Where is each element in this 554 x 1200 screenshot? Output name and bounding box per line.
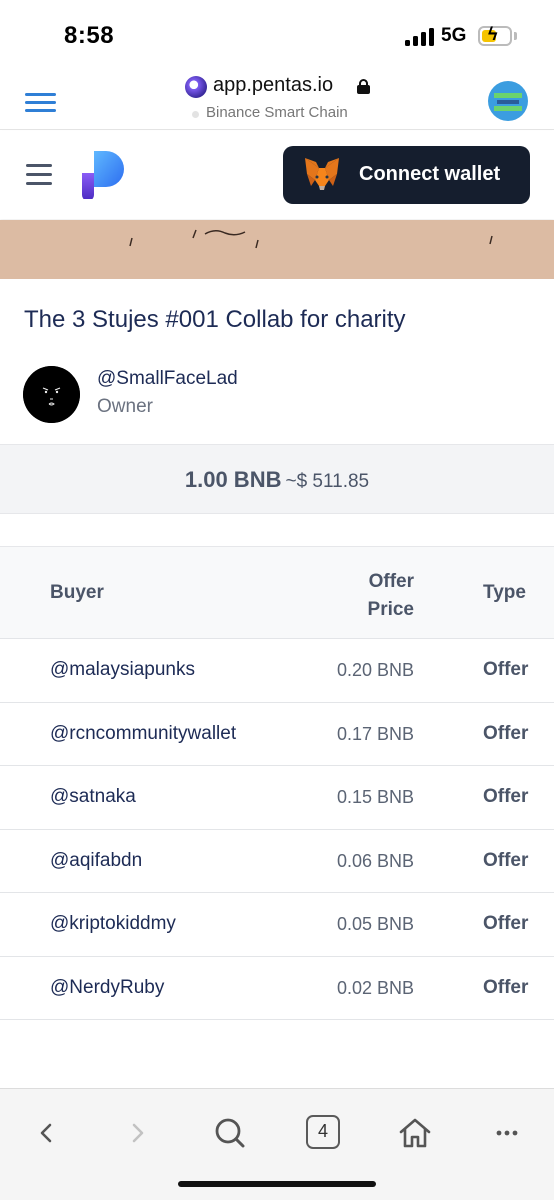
home-indicator[interactable]: [178, 1181, 376, 1187]
owner-avatar[interactable]: [23, 366, 80, 423]
nft-title: The 3 Stujes #001 Collab for charity: [24, 306, 406, 333]
offer-type: Offer: [483, 722, 529, 744]
more-icon[interactable]: [487, 1113, 527, 1153]
offer-type: Offer: [483, 913, 529, 934]
offer-type: Offer: [483, 976, 529, 998]
table-row: @aqifabdn 0.06 BNB Offer: [0, 829, 554, 893]
pentas-logo-icon[interactable]: [80, 151, 124, 199]
column-header-offer-price-line2: Price: [367, 599, 414, 620]
browser-address-bar: app.pentas.io Binance Smart Chain: [0, 66, 554, 130]
offer-type: Offer: [483, 659, 529, 680]
status-time: 8:58: [64, 22, 115, 49]
offer-price: 0.20 BNB: [336, 660, 414, 680]
tab-count: 4: [317, 1121, 328, 1141]
search-icon[interactable]: [210, 1113, 250, 1153]
column-header-buyer: Buyer: [50, 582, 104, 603]
network-label: Binance Smart Chain: [206, 104, 348, 121]
table-row: @malaysiapunks 0.20 BNB Offer: [0, 639, 554, 703]
account-avatar-icon[interactable]: [488, 81, 528, 121]
owner-role-label: Owner: [97, 396, 153, 417]
offer-price: 0.17 BNB: [336, 723, 414, 744]
network-status-dot: [192, 111, 199, 118]
price-panel: 1.00 BNB ~$ 511.85: [0, 444, 554, 514]
buyer-handle[interactable]: @malaysiapunks: [50, 659, 195, 681]
site-favicon-icon: [185, 76, 207, 98]
offer-type: Offer: [483, 849, 529, 871]
column-header-type: Type: [483, 582, 526, 603]
connect-wallet-label: Connect wallet: [359, 163, 501, 185]
buyer-handle[interactable]: @kriptokiddmy: [50, 913, 176, 935]
nft-artwork-image[interactable]: [0, 220, 554, 279]
column-header-offer-price: Offer Price: [324, 568, 414, 624]
network-type: 5G: [441, 25, 467, 46]
table-row: @NerdyRuby 0.02 BNB Offer: [0, 956, 554, 1020]
back-icon[interactable]: [26, 1113, 66, 1153]
price-usd: ~$ 511.85: [285, 471, 370, 492]
offer-price: 0.05 BNB: [336, 914, 414, 934]
signal-bars-icon: [405, 28, 435, 46]
status-bar: 8:58 5G ϟ: [0, 0, 554, 66]
table-row: @rcncommunitywallet 0.17 BNB Offer: [0, 702, 554, 766]
table-row: @kriptokiddmy 0.05 BNB Offer: [0, 893, 554, 957]
offer-price: 0.02 BNB: [336, 977, 414, 998]
browser-menu-icon[interactable]: [25, 93, 56, 113]
offers-table: Buyer Offer Price Type @malaysiapunks 0.…: [0, 546, 554, 1020]
lock-icon: [357, 79, 370, 94]
app-menu-icon[interactable]: [26, 164, 52, 185]
connect-wallet-button[interactable]: Connect wallet: [283, 146, 530, 204]
battery-cap: [514, 32, 517, 40]
table-row: @satnaka 0.15 BNB Offer: [0, 766, 554, 830]
buyer-handle[interactable]: @satnaka: [50, 786, 136, 808]
home-icon[interactable]: [395, 1113, 435, 1153]
price-value: 1.00 BNB: [184, 467, 282, 492]
buyer-handle[interactable]: @rcncommunitywallet: [50, 723, 236, 745]
owner-handle[interactable]: @SmallFaceLad: [97, 368, 238, 390]
site-url[interactable]: app.pentas.io: [213, 74, 333, 97]
buyer-handle[interactable]: @NerdyRuby: [50, 977, 164, 999]
battery-charging-icon: ϟ: [478, 24, 512, 46]
app-navbar: Connect wallet: [0, 131, 554, 219]
offer-price: 0.06 BNB: [336, 850, 414, 871]
offers-table-header: Buyer Offer Price Type: [0, 547, 554, 639]
buyer-handle[interactable]: @aqifabdn: [50, 850, 142, 872]
tabs-icon[interactable]: 4: [306, 1115, 340, 1149]
column-header-offer-price-line1: Offer: [368, 571, 414, 592]
forward-icon[interactable]: [118, 1113, 158, 1153]
offer-type: Offer: [483, 786, 529, 807]
offer-price: 0.15 BNB: [336, 787, 414, 807]
metamask-fox-icon: [305, 158, 339, 190]
